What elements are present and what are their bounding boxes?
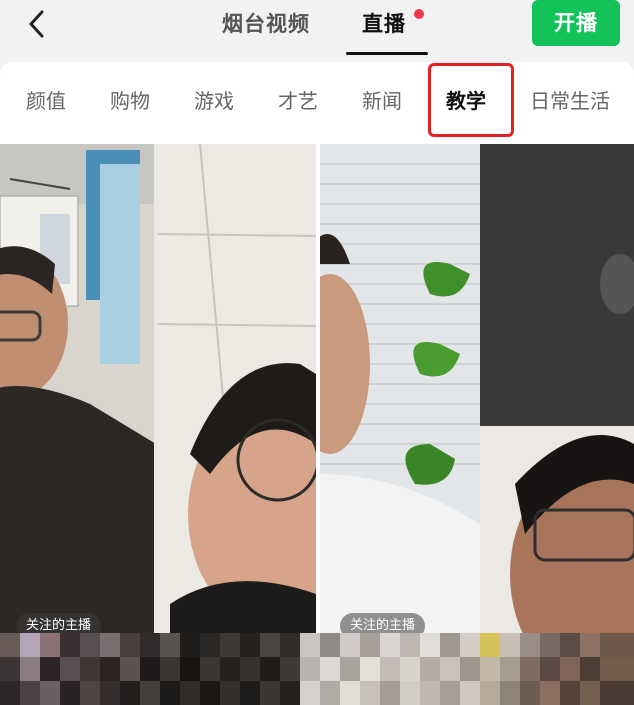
- category-shopping[interactable]: 购物: [110, 86, 150, 116]
- top-bar: 烟台视频 直播 开播: [0, 0, 634, 62]
- tab-yantai-video[interactable]: 烟台视频: [222, 4, 310, 44]
- tab-live[interactable]: 直播: [362, 4, 406, 44]
- back-button[interactable]: [20, 6, 56, 42]
- category-bar: 颜值 购物 游戏 才艺 新闻 教学 日常生活: [0, 62, 634, 144]
- category-news[interactable]: 新闻: [362, 86, 402, 116]
- chevron-left-icon: [29, 10, 44, 38]
- category-games[interactable]: 游戏: [194, 86, 234, 116]
- go-live-button[interactable]: 开播: [532, 0, 620, 46]
- category-talent[interactable]: 才艺: [278, 86, 318, 116]
- notification-dot: [414, 9, 424, 19]
- pixelated-overlay: [0, 633, 634, 705]
- category-beauty[interactable]: 颜值: [26, 86, 66, 116]
- active-tab-indicator: [346, 52, 428, 55]
- category-daily-life[interactable]: 日常生活: [530, 86, 610, 116]
- teaching-highlight-box: [428, 63, 514, 137]
